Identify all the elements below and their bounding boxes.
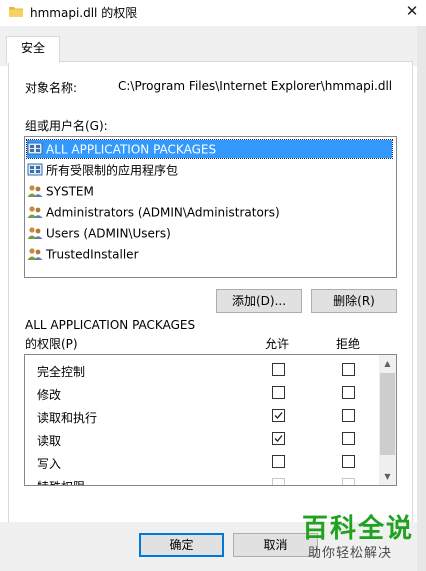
permission-row: 读取和执行 (25, 405, 379, 428)
folder-icon (9, 7, 23, 17)
group-user-label: 组或用户名(G): (25, 119, 108, 133)
user-name: SYSTEM (46, 184, 94, 199)
deny-checkbox[interactable] (342, 455, 355, 468)
permission-row: 特殊权限 (25, 474, 379, 485)
watermark-title: 百科全说 (302, 514, 415, 544)
title-bar: hmmapi.dll 的权限 ✕ (0, 0, 426, 26)
user-list-item[interactable]: ALL APPLICATION PACKAGES (26, 139, 393, 159)
scroll-down-icon[interactable]: ▼ (379, 468, 396, 485)
user-list-item[interactable]: TrustedInstaller (27, 245, 139, 263)
object-name-label: 对象名称: (25, 81, 78, 95)
allow-checkbox[interactable] (272, 478, 285, 485)
object-name-value: C:\Program Files\Internet Explorer\hmmap… (118, 79, 393, 93)
allow-checkbox[interactable] (272, 386, 285, 399)
allow-column-header: 允许 (265, 337, 290, 351)
users-icon (27, 205, 43, 218)
deny-checkbox[interactable] (342, 432, 355, 445)
user-name: 所有受限制的应用程序包 (46, 163, 179, 178)
users-icon (27, 226, 43, 239)
scroll-thumb[interactable] (380, 373, 395, 455)
watermark: 百科全说 助你轻松解决 (294, 506, 426, 571)
allow-checkbox[interactable] (272, 409, 285, 422)
permission-row: 完全控制 (25, 359, 379, 382)
permission-row: 写入 (25, 451, 379, 474)
user-list-item[interactable]: Users (ADMIN\Users) (27, 224, 171, 242)
permission-name: 修改 (37, 388, 62, 402)
permission-name: 写入 (37, 457, 62, 471)
allow-checkbox[interactable] (272, 363, 285, 376)
user-listbox[interactable]: ALL APPLICATION PACKAGES 所有受限制的应用程序包 SYSTE… (24, 136, 397, 278)
deny-checkbox[interactable] (342, 409, 355, 422)
deny-checkbox[interactable] (342, 478, 355, 485)
deny-checkbox[interactable] (342, 363, 355, 376)
users-icon (27, 247, 43, 260)
user-list-item[interactable]: SYSTEM (27, 182, 94, 200)
user-name: Administrators (ADMIN\Administrators) (46, 205, 280, 220)
vertical-scrollbar[interactable]: ▲ ▼ (379, 355, 396, 485)
window-edge (417, 26, 426, 571)
allow-checkbox[interactable] (272, 432, 285, 445)
app-package-icon (27, 142, 43, 154)
user-name: TrustedInstaller (46, 247, 139, 262)
allow-checkbox[interactable] (272, 455, 285, 468)
ok-button[interactable]: 确定 (139, 533, 224, 557)
tab-security[interactable]: 安全 (6, 36, 60, 63)
permission-row: 读取 (25, 428, 379, 451)
remove-button[interactable]: 删除(R) (311, 289, 397, 313)
user-list-item[interactable]: 所有受限制的应用程序包 (27, 161, 178, 179)
permission-name: 特殊权限 (37, 478, 85, 485)
close-button[interactable]: ✕ (398, 0, 426, 24)
user-list-item[interactable]: Administrators (ADMIN\Administrators) (27, 203, 280, 221)
window-title: hmmapi.dll 的权限 (30, 6, 138, 20)
permission-row: 修改 (25, 382, 379, 405)
permissions-subtitle: 的权限(P) (25, 337, 78, 351)
deny-column-header: 拒绝 (336, 337, 361, 351)
watermark-subtitle: 助你轻松解决 (308, 546, 393, 561)
user-name: Users (ADMIN\Users) (46, 226, 171, 241)
deny-checkbox[interactable] (342, 386, 355, 399)
add-button[interactable]: 添加(D)... (216, 289, 302, 313)
user-name: ALL APPLICATION PACKAGES (46, 142, 217, 157)
scroll-up-icon[interactable]: ▲ (379, 355, 396, 372)
permissions-title: ALL APPLICATION PACKAGES (25, 318, 196, 332)
app-package-icon (27, 163, 43, 175)
permission-name: 完全控制 (37, 365, 86, 379)
permission-name: 读取和执行 (37, 411, 98, 425)
users-icon (27, 184, 43, 197)
permission-name: 读取 (37, 434, 62, 448)
tab-strip (0, 26, 417, 66)
permissions-grid: 特殊权限 写入 读取 读取和执行 修改 完全控制 ▲ ▼ (24, 354, 397, 486)
